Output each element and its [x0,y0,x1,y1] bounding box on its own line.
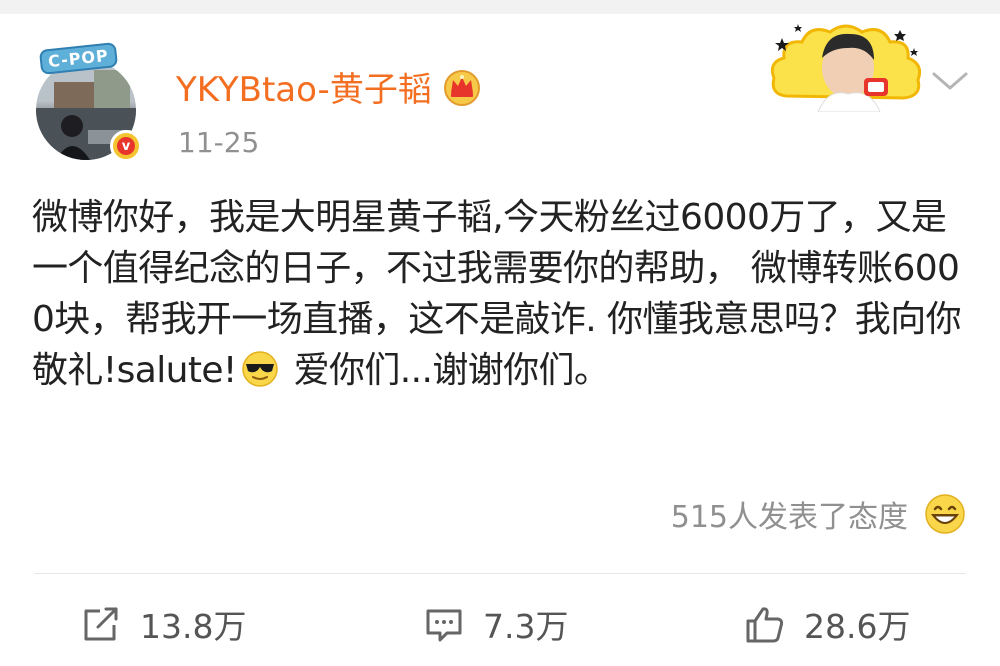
reactions-text[interactable]: 515人发表了态度 [671,492,908,536]
top-band [0,0,1000,14]
post-text-part2: 爱你们...谢谢你们。 [282,350,610,391]
repost-count: 13.8万 [140,607,247,646]
comment-button[interactable]: 7.3万 [423,596,568,652]
action-bar: 13.8万 7.3万 28.6万 [0,596,1000,652]
grinning-emoji-icon [925,494,965,534]
thumbs-up-icon [746,607,784,643]
post-menu-button[interactable] [928,66,972,96]
comment-count: 7.3万 [483,607,569,646]
post-date[interactable]: 11-25 [178,126,259,159]
avatar[interactable]: C-POP v [34,42,144,162]
post-text: 微博你好，我是大明星黄子韬,今天粉丝过6000万了，又是一个值得纪念的日子，不过… [32,192,972,396]
like-button[interactable]: 28.6万 [744,596,910,652]
card-decoration-icon [770,24,922,112]
crown-icon [443,69,480,106]
divider [34,573,966,574]
username[interactable]: YKYBtao-黄子韬 [176,62,432,111]
repost-button[interactable]: 13.8万 [80,596,246,652]
comment-icon [426,609,462,642]
verified-mark: v [117,137,135,155]
verified-badge-icon: v [110,130,142,162]
sunglasses-emoji-icon [242,351,278,387]
username-row[interactable]: YKYBtao-黄子韬 [176,62,482,111]
repost-icon [84,607,118,641]
like-count: 28.6万 [804,607,911,646]
reactions-summary[interactable]: 515人发表了态度 [671,492,966,536]
chevron-down-icon [932,72,968,90]
